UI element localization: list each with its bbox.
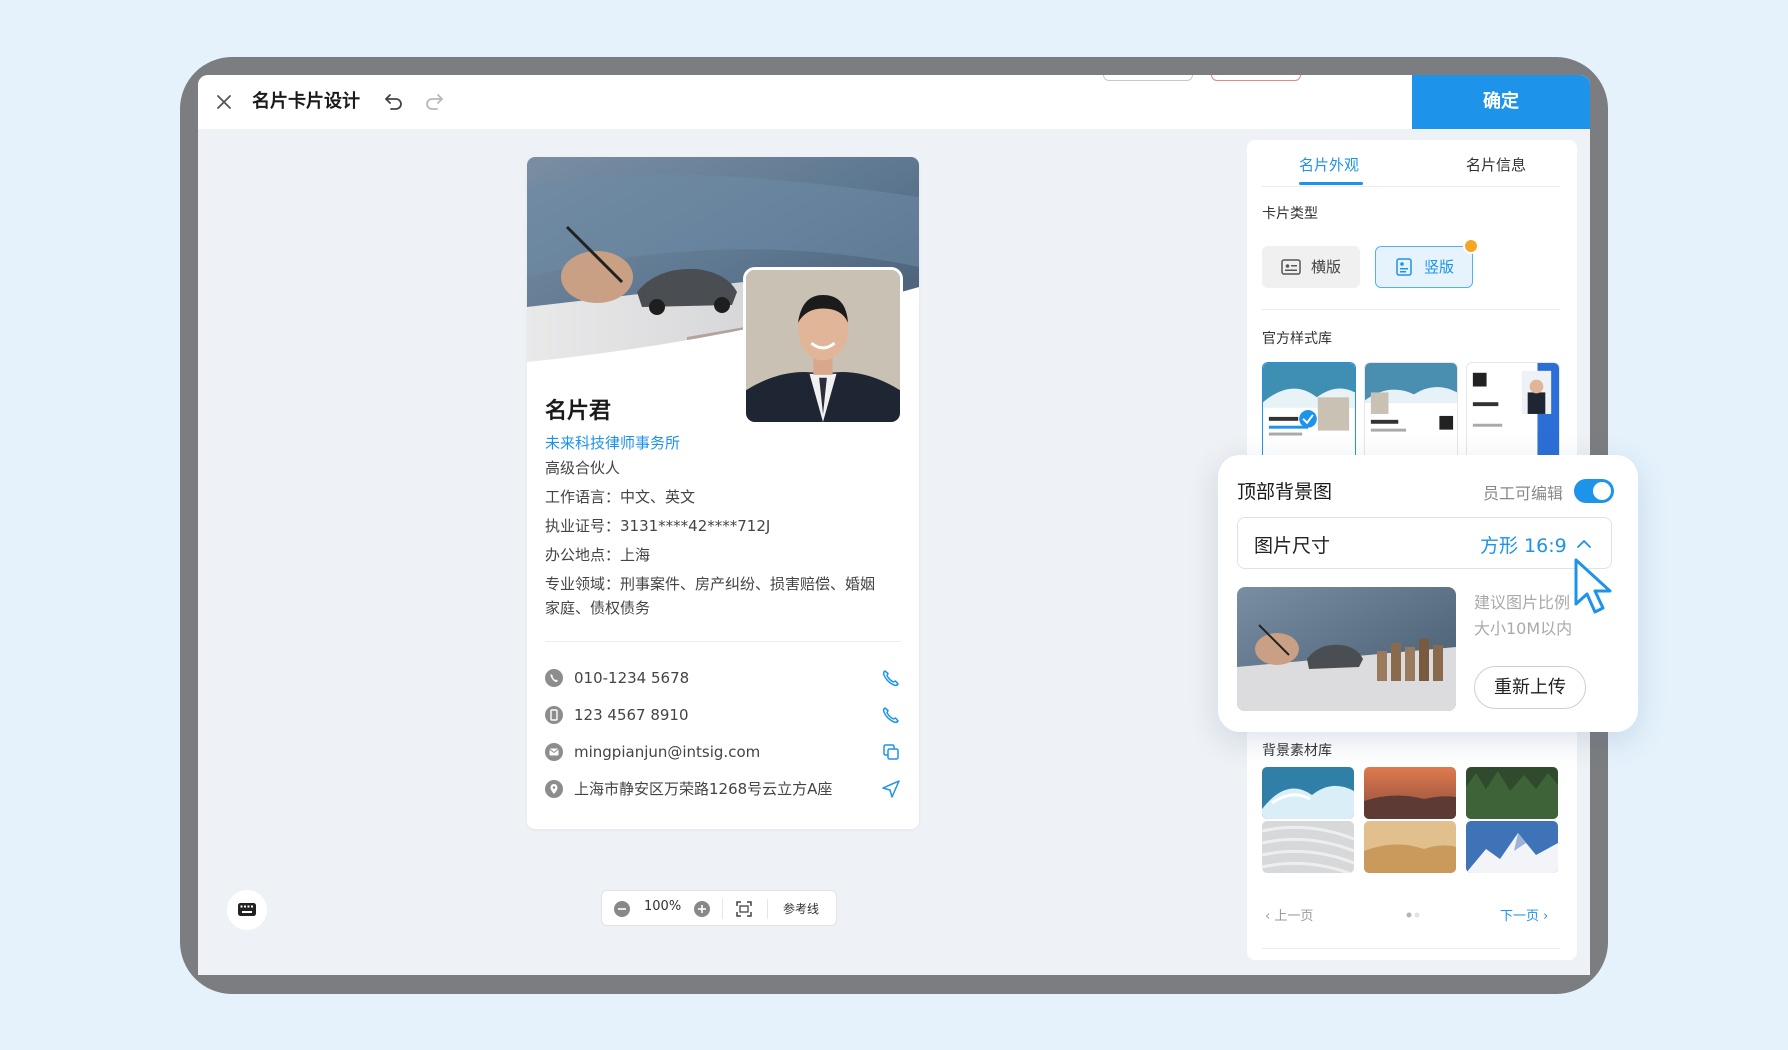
vertical-card-icon bbox=[1396, 258, 1412, 276]
next-page-button[interactable]: 下一页 › bbox=[1500, 905, 1548, 924]
tab-info[interactable]: 名片信息 bbox=[1466, 154, 1526, 175]
card-name: 名片君 bbox=[545, 399, 612, 424]
mouse-cursor-icon bbox=[1574, 558, 1612, 614]
contact-text: mingpianjun@intsig.com bbox=[574, 743, 761, 761]
hint-size: 大小10M以内 bbox=[1474, 619, 1573, 638]
tab-active-indicator bbox=[1299, 182, 1363, 185]
card-field-line1: 专业领域：刑事案件、房产纠纷、损害赔偿、婚姻 bbox=[545, 575, 876, 593]
redo-icon[interactable] bbox=[422, 90, 446, 114]
horizontal-card-icon bbox=[1281, 259, 1301, 275]
copy-icon[interactable] bbox=[881, 742, 901, 762]
type-vertical-button[interactable]: 竖版 bbox=[1375, 246, 1473, 288]
page-title: 名片卡片设计 bbox=[252, 91, 360, 112]
material-forest[interactable] bbox=[1466, 767, 1558, 819]
fit-screen-icon[interactable] bbox=[735, 900, 753, 918]
card-type-label: 卡片类型 bbox=[1262, 206, 1318, 222]
section-divider bbox=[1262, 309, 1560, 310]
hint-ratio: 建议图片比例 bbox=[1474, 593, 1571, 612]
zoom-toolbar: 100% 参考线 bbox=[601, 890, 837, 926]
type-vertical-label: 竖版 bbox=[1424, 258, 1455, 276]
style-template-1[interactable] bbox=[1262, 362, 1356, 462]
card-office: 办公地点：上海 bbox=[545, 546, 651, 564]
undo-icon[interactable] bbox=[382, 90, 406, 114]
chevron-up-icon bbox=[1577, 540, 1591, 548]
image-size-label: 图片尺寸 bbox=[1254, 535, 1331, 557]
close-icon[interactable] bbox=[212, 90, 236, 114]
zoom-level: 100% bbox=[644, 899, 682, 914]
card-company: 未来科技律师事务所 bbox=[545, 434, 681, 452]
hidden-button bbox=[1211, 75, 1301, 81]
guide-lines-button[interactable]: 参考线 bbox=[783, 900, 819, 917]
reupload-button[interactable]: 重新上传 bbox=[1474, 666, 1586, 709]
zoom-in-icon[interactable] bbox=[694, 901, 710, 917]
card-field-line2: 家庭、债权债务 bbox=[545, 599, 651, 617]
style-template-2[interactable] bbox=[1364, 362, 1458, 462]
page-indicator bbox=[1406, 912, 1420, 918]
chevron-left-icon: ‹ bbox=[1265, 909, 1275, 924]
premium-badge-icon bbox=[1463, 238, 1479, 254]
contact-row-email[interactable]: mingpianjun@intsig.com bbox=[545, 740, 901, 764]
material-wave[interactable] bbox=[1262, 767, 1354, 819]
popup-title: 顶部背景图 bbox=[1237, 481, 1333, 503]
phone-circle-icon bbox=[545, 669, 563, 687]
location-circle-icon bbox=[545, 780, 563, 798]
contact-row-phone[interactable]: 010-1234 5678 bbox=[545, 666, 901, 690]
navigate-icon[interactable] bbox=[881, 779, 901, 799]
contact-row-address[interactable]: 上海市静安区万荣路1268号云立方A座 bbox=[545, 777, 901, 801]
contact-text: 123 4567 8910 bbox=[574, 706, 689, 724]
editable-label: 员工可编辑 bbox=[1483, 484, 1564, 503]
image-size-value: 方形 16:9 bbox=[1480, 535, 1567, 557]
prev-page-label: 上一页 bbox=[1274, 909, 1314, 924]
mail-circle-icon bbox=[545, 743, 563, 761]
material-sunset[interactable] bbox=[1364, 767, 1456, 819]
contact-text: 010-1234 5678 bbox=[574, 669, 690, 687]
toggle-knob bbox=[1593, 482, 1611, 500]
material-gray-lines[interactable] bbox=[1262, 821, 1354, 873]
call-icon[interactable] bbox=[881, 705, 901, 725]
tab-appearance[interactable]: 名片外观 bbox=[1299, 154, 1359, 175]
mobile-circle-icon bbox=[545, 706, 563, 724]
section-divider bbox=[1262, 948, 1560, 949]
background-image-preview bbox=[1237, 587, 1456, 711]
style-template-3[interactable] bbox=[1466, 362, 1560, 462]
card-license: 执业证号：3131****42****712J bbox=[545, 517, 771, 535]
next-page-label: 下一页 bbox=[1500, 909, 1540, 924]
image-size-select[interactable]: 图片尺寸 方形 16:9 bbox=[1237, 517, 1612, 569]
hidden-button bbox=[1103, 75, 1193, 81]
top-bar: 名片卡片设计 确定 bbox=[198, 75, 1590, 129]
card-position: 高级合伙人 bbox=[545, 459, 621, 477]
prev-page-button[interactable]: ‹ 上一页 bbox=[1265, 905, 1313, 924]
type-horizontal-button[interactable]: 横版 bbox=[1262, 246, 1360, 288]
call-icon[interactable] bbox=[881, 668, 901, 688]
card-divider bbox=[545, 641, 901, 642]
materials-label: 背景素材库 bbox=[1262, 743, 1332, 759]
material-mountain[interactable] bbox=[1466, 821, 1558, 873]
keyboard-icon[interactable] bbox=[227, 890, 267, 930]
profile-photo[interactable] bbox=[743, 267, 903, 425]
divider bbox=[767, 899, 768, 919]
contact-row-mobile[interactable]: 123 4567 8910 bbox=[545, 703, 901, 727]
official-styles-label: 官方样式库 bbox=[1262, 331, 1332, 347]
card-language: 工作语言：中文、英文 bbox=[545, 488, 696, 506]
contact-text: 上海市静安区万荣路1268号云立方A座 bbox=[574, 780, 833, 798]
editable-toggle[interactable] bbox=[1574, 479, 1614, 503]
chevron-right-icon: › bbox=[1539, 909, 1549, 924]
confirm-button[interactable]: 确定 bbox=[1412, 75, 1590, 129]
zoom-out-icon[interactable] bbox=[614, 901, 630, 917]
divider bbox=[722, 899, 723, 919]
type-horizontal-label: 横版 bbox=[1311, 258, 1342, 276]
material-desert[interactable] bbox=[1364, 821, 1456, 873]
tab-divider bbox=[1262, 186, 1560, 187]
business-card-preview[interactable]: 名片君 未来科技律师事务所 高级合伙人 工作语言：中文、英文 执业证号：3131… bbox=[527, 157, 919, 829]
